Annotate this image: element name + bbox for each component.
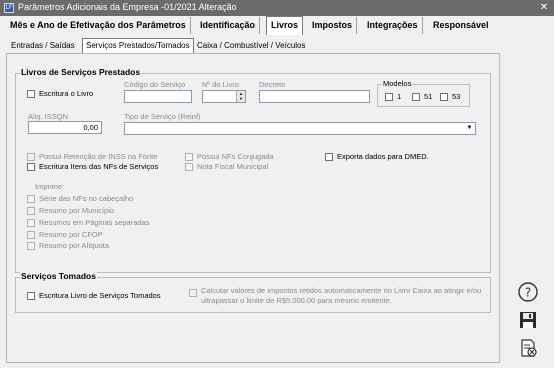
escritura-tomados-label: Escritura Livro de Serviços Tomados	[39, 291, 161, 300]
imprime-label: Imprime:	[35, 182, 65, 191]
imprime-paginas-label: Resumos em Páginas separadas	[39, 218, 150, 227]
imprime-paginas-checkbox[interactable]: Resumos em Páginas separadas	[27, 218, 149, 227]
exit-icon[interactable]	[517, 337, 539, 359]
imprime-serie-label: Série das NFs no cabeçalho	[39, 194, 134, 203]
chevron-down-icon[interactable]: ▼	[465, 124, 474, 133]
modelo-51-label: 51	[424, 92, 433, 101]
checkbox-box[interactable]	[189, 289, 197, 297]
possui-nfs-conjugada-checkbox[interactable]: Possui NFs Conjugada	[185, 152, 274, 161]
codigo-servico-input[interactable]	[124, 90, 192, 103]
window-title: Parâmetros Adicionais da Empresa -01/202…	[18, 2, 237, 12]
imprime-cfop-checkbox[interactable]: Resumo por CFOP	[27, 230, 103, 239]
checkbox-box[interactable]	[385, 92, 393, 101]
aliq-issqn-label: Aliq. ISSQN	[28, 112, 69, 121]
escritura-itens-checkbox[interactable]: Escritura Itens das NFs de Serviços	[27, 162, 158, 171]
modelo-51-checkbox[interactable]: 51	[412, 92, 432, 101]
main-tab-bar: Mês e Ano de Efetivação dos Parâmetros I…	[6, 16, 498, 35]
modelo-53-label: 53	[452, 92, 461, 101]
subtab-entradas-saidas[interactable]: Entradas / Saídas	[8, 39, 78, 52]
tab-impostos[interactable]: Impostos	[308, 17, 358, 34]
possui-nfs-conjugada-label: Possui NFs Conjugada	[197, 152, 274, 161]
tab-content-panel: Livros de Serviços Prestados Escritura o…	[6, 53, 500, 363]
nota-fiscal-municipal-checkbox[interactable]: Nota Fiscal Municipal	[185, 162, 268, 171]
action-sidebar: ?	[505, 17, 554, 368]
decreto-input[interactable]	[259, 90, 370, 103]
escritura-livro-checkbox[interactable]: Escritura o Livro	[27, 89, 93, 98]
exporta-dmed-label: Exporta dados para DMED.	[337, 152, 429, 161]
checkbox-box[interactable]	[27, 230, 35, 239]
imprime-serie-checkbox[interactable]: Série das NFs no cabeçalho	[27, 194, 133, 203]
imprime-cfop-label: Resumo por CFOP	[39, 230, 103, 239]
checkbox-box[interactable]	[27, 194, 35, 203]
checkbox-box[interactable]	[27, 241, 35, 250]
calcular-line-1: Calcular valores de impostos retidos aut…	[201, 286, 482, 295]
checkbox-box[interactable]	[27, 89, 35, 98]
exporta-dmed-checkbox[interactable]: Exporta dados para DMED.	[325, 152, 429, 161]
tab-integracoes[interactable]: Integrações	[363, 17, 423, 34]
aliq-issqn-input[interactable]: 0,00	[28, 121, 102, 134]
save-icon[interactable]	[517, 309, 539, 331]
tab-responsavel[interactable]: Responsável	[429, 17, 493, 34]
checkbox-box[interactable]	[185, 152, 193, 161]
calcular-line-2: ultrapassar o limite de R$5.000,00 para …	[201, 296, 392, 305]
app-icon: LF	[4, 3, 14, 13]
tab-identificacao[interactable]: Identificação	[196, 17, 261, 34]
checkbox-box[interactable]	[27, 152, 35, 161]
prestados-group-title: Livros de Serviços Prestados	[20, 67, 142, 77]
tab-livros[interactable]: Livros	[266, 16, 304, 35]
subtab-caixa-combustivel-veiculos[interactable]: Caixa / Combustível / Veículos	[194, 39, 309, 52]
codigo-servico-label: Código do Serviço	[124, 80, 186, 89]
checkbox-box[interactable]	[185, 162, 193, 171]
spinner-buttons[interactable]: ▲ ▼	[236, 91, 245, 102]
subtab-servicos-prestados-tomados[interactable]: Serviços Prestados/Tomados	[82, 38, 194, 53]
imprime-municipio-label: Resumo por Município	[39, 206, 115, 215]
checkbox-box[interactable]	[440, 92, 448, 101]
modelo-1-checkbox[interactable]: 1	[385, 92, 401, 101]
modelo-1-label: 1	[397, 92, 402, 101]
imprime-aliquota-checkbox[interactable]: Resumo por Alíquota	[27, 241, 109, 250]
title-bar: LF Parâmetros Adicionais da Empresa -01/…	[0, 0, 554, 16]
possui-retencao-checkbox[interactable]: Possui Retenção de INSS na Fonte	[27, 152, 157, 161]
tipo-servico-select[interactable]: ▼	[124, 122, 476, 135]
possui-retencao-label: Possui Retenção de INSS na Fonte	[39, 152, 158, 161]
checkbox-box[interactable]	[27, 291, 35, 300]
window: LF Parâmetros Adicionais da Empresa -01/…	[0, 0, 554, 368]
help-icon[interactable]: ?	[517, 281, 539, 303]
checkbox-box[interactable]	[27, 162, 35, 171]
escritura-livro-label: Escritura o Livro	[39, 89, 94, 98]
decreto-label: Decreto	[259, 80, 286, 89]
checkbox-box[interactable]	[412, 92, 420, 101]
calcular-impostos-label: Calcular valores de impostos retidos aut…	[201, 286, 481, 306]
tipo-servico-label: Tipo de Serviço (Reinf)	[124, 112, 201, 121]
imprime-municipio-checkbox[interactable]: Resumo por Município	[27, 206, 114, 215]
checkbox-box[interactable]	[27, 218, 35, 227]
num-livro-spinner[interactable]: ▲ ▼	[202, 90, 246, 103]
spin-down-icon[interactable]: ▼	[237, 96, 245, 101]
modelos-label: Modelos	[382, 79, 413, 88]
tomados-group-title: Serviços Tomados	[20, 271, 97, 281]
num-livro-label: Nº do Livro	[202, 80, 239, 89]
close-icon[interactable]: ✕	[537, 1, 551, 14]
checkbox-box[interactable]	[27, 206, 35, 215]
checkbox-box[interactable]	[325, 152, 333, 161]
escritura-tomados-checkbox[interactable]: Escritura Livro de Serviços Tomados	[27, 291, 161, 300]
escritura-itens-label: Escritura Itens das NFs de Serviços	[39, 162, 159, 171]
nota-fiscal-municipal-label: Nota Fiscal Municipal	[197, 162, 269, 171]
calcular-impostos-checkbox[interactable]: Calcular valores de impostos retidos aut…	[189, 286, 481, 306]
imprime-aliquota-label: Resumo por Alíquota	[39, 241, 110, 250]
modelo-53-checkbox[interactable]: 53	[440, 92, 460, 101]
sub-tab-bar: Entradas / Saídas Serviços Prestados/Tom…	[6, 37, 498, 53]
svg-text:?: ?	[525, 286, 531, 300]
tab-mes-ano[interactable]: Mês e Ano de Efetivação dos Parâmetros	[6, 17, 191, 34]
